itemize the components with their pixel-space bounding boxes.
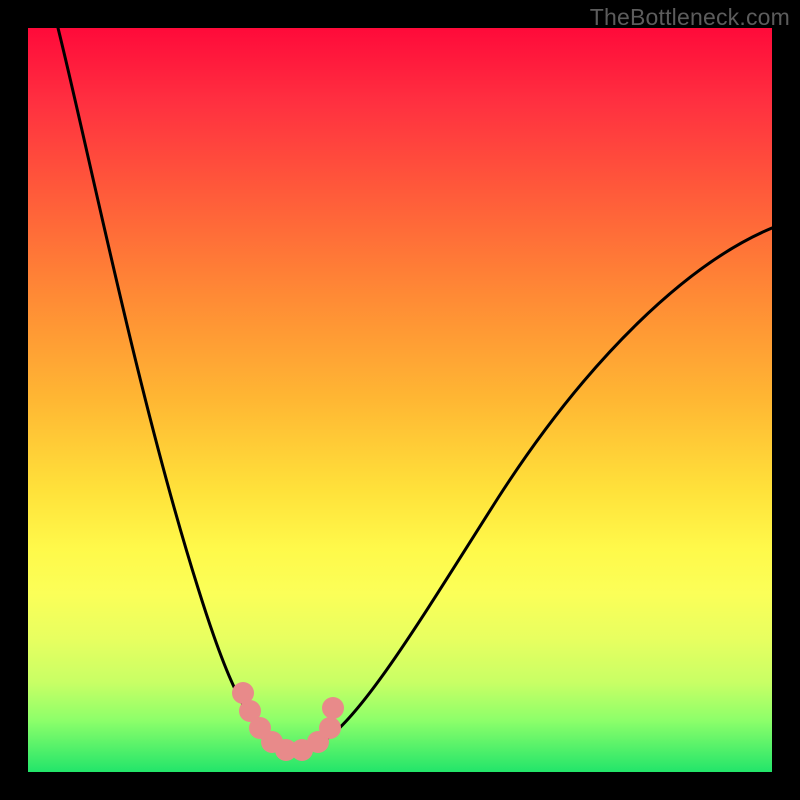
chart-frame: TheBottleneck.com bbox=[0, 0, 800, 800]
highlight-dots bbox=[232, 682, 344, 761]
gradient-plot-area bbox=[28, 28, 772, 772]
watermark-text: TheBottleneck.com bbox=[590, 4, 790, 31]
bottleneck-curve-svg bbox=[28, 28, 772, 772]
bottleneck-curve-path bbox=[58, 28, 772, 751]
